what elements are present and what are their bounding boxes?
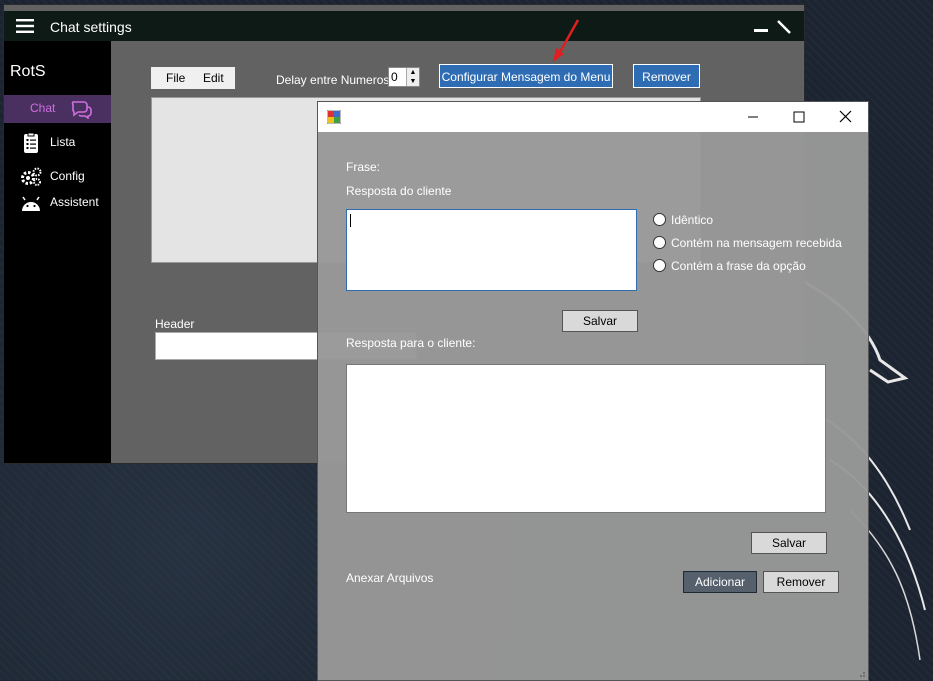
radio-circle[interactable] xyxy=(653,236,666,249)
adicionar-button[interactable]: Adicionar xyxy=(683,571,757,593)
menu-file[interactable]: File xyxy=(166,71,185,85)
salvar-resposta-cliente-button[interactable]: Salvar xyxy=(562,310,638,332)
resposta-para-cliente-textarea[interactable] xyxy=(346,364,826,513)
frase-label: Frase: xyxy=(346,160,381,174)
maximize-icon[interactable] xyxy=(776,102,822,132)
radio-label: Idêntico xyxy=(671,213,714,227)
resposta-para-cliente-label: Resposta para o cliente: xyxy=(346,336,476,350)
stepper-arrows-icon[interactable]: ▲ ▼ xyxy=(406,68,419,86)
clipboard-list-icon xyxy=(24,133,38,153)
resposta-cliente-label: Resposta do cliente xyxy=(346,184,452,198)
delay-value: 0 xyxy=(391,70,398,84)
sidebar-item-label: Lista xyxy=(50,135,76,149)
message-config-dialog: Frase: Resposta do cliente Idêntico Cont… xyxy=(317,101,869,681)
radio-label: Contém na mensagem recebida xyxy=(671,236,842,250)
radio-label: Contém a frase da opção xyxy=(671,259,806,273)
close-icon[interactable] xyxy=(822,102,868,132)
app-icon xyxy=(327,110,341,124)
window-title: Chat settings xyxy=(50,19,132,35)
red-arrow-annotation xyxy=(553,19,580,62)
menu-bar: File Edit xyxy=(151,67,235,89)
delay-stepper[interactable]: 0 ▲ ▼ xyxy=(388,67,420,87)
salvar-resposta-para-button[interactable]: Salvar xyxy=(751,532,827,554)
chat-bubbles-icon xyxy=(71,101,92,119)
maximize-icon[interactable] xyxy=(776,19,792,35)
sidebar: RotS Chat Lista Config Assistent xyxy=(4,41,111,463)
minimize-icon[interactable] xyxy=(730,102,776,132)
radio-circle[interactable] xyxy=(653,259,666,272)
remover-arquivo-button[interactable]: Remover xyxy=(763,571,839,593)
radio-circle[interactable] xyxy=(653,213,666,226)
dialog-title-bar xyxy=(318,102,868,132)
sidebar-item-chat[interactable]: Chat xyxy=(4,95,111,123)
resposta-cliente-textarea[interactable] xyxy=(346,209,637,291)
configurar-mensagem-button[interactable]: Configurar Mensagem do Menu xyxy=(439,64,613,88)
minimize-icon[interactable] xyxy=(754,29,768,32)
sidebar-item-label: Assistent xyxy=(50,195,99,209)
sidebar-item-label: Config xyxy=(50,169,85,183)
brand-label: RotS xyxy=(10,63,46,80)
sidebar-item-config[interactable]: Config xyxy=(4,163,111,191)
sidebar-item-lista[interactable]: Lista xyxy=(4,129,111,157)
android-icon xyxy=(22,196,40,211)
menu-edit[interactable]: Edit xyxy=(203,71,224,85)
delay-label: Delay entre Numeros: xyxy=(276,73,393,87)
header-label: Header xyxy=(155,317,195,331)
gears-icon xyxy=(21,167,42,186)
anexar-arquivos-label: Anexar Arquivos xyxy=(346,571,434,585)
text-caret xyxy=(350,214,351,227)
remover-button[interactable]: Remover xyxy=(633,64,700,88)
title-bar: Chat settings xyxy=(4,11,804,41)
resize-grip-icon[interactable] xyxy=(858,670,866,678)
sidebar-item-label: Chat xyxy=(30,101,56,115)
sidebar-item-assistent[interactable]: Assistent xyxy=(4,189,111,217)
hamburger-menu-icon[interactable] xyxy=(16,19,34,33)
